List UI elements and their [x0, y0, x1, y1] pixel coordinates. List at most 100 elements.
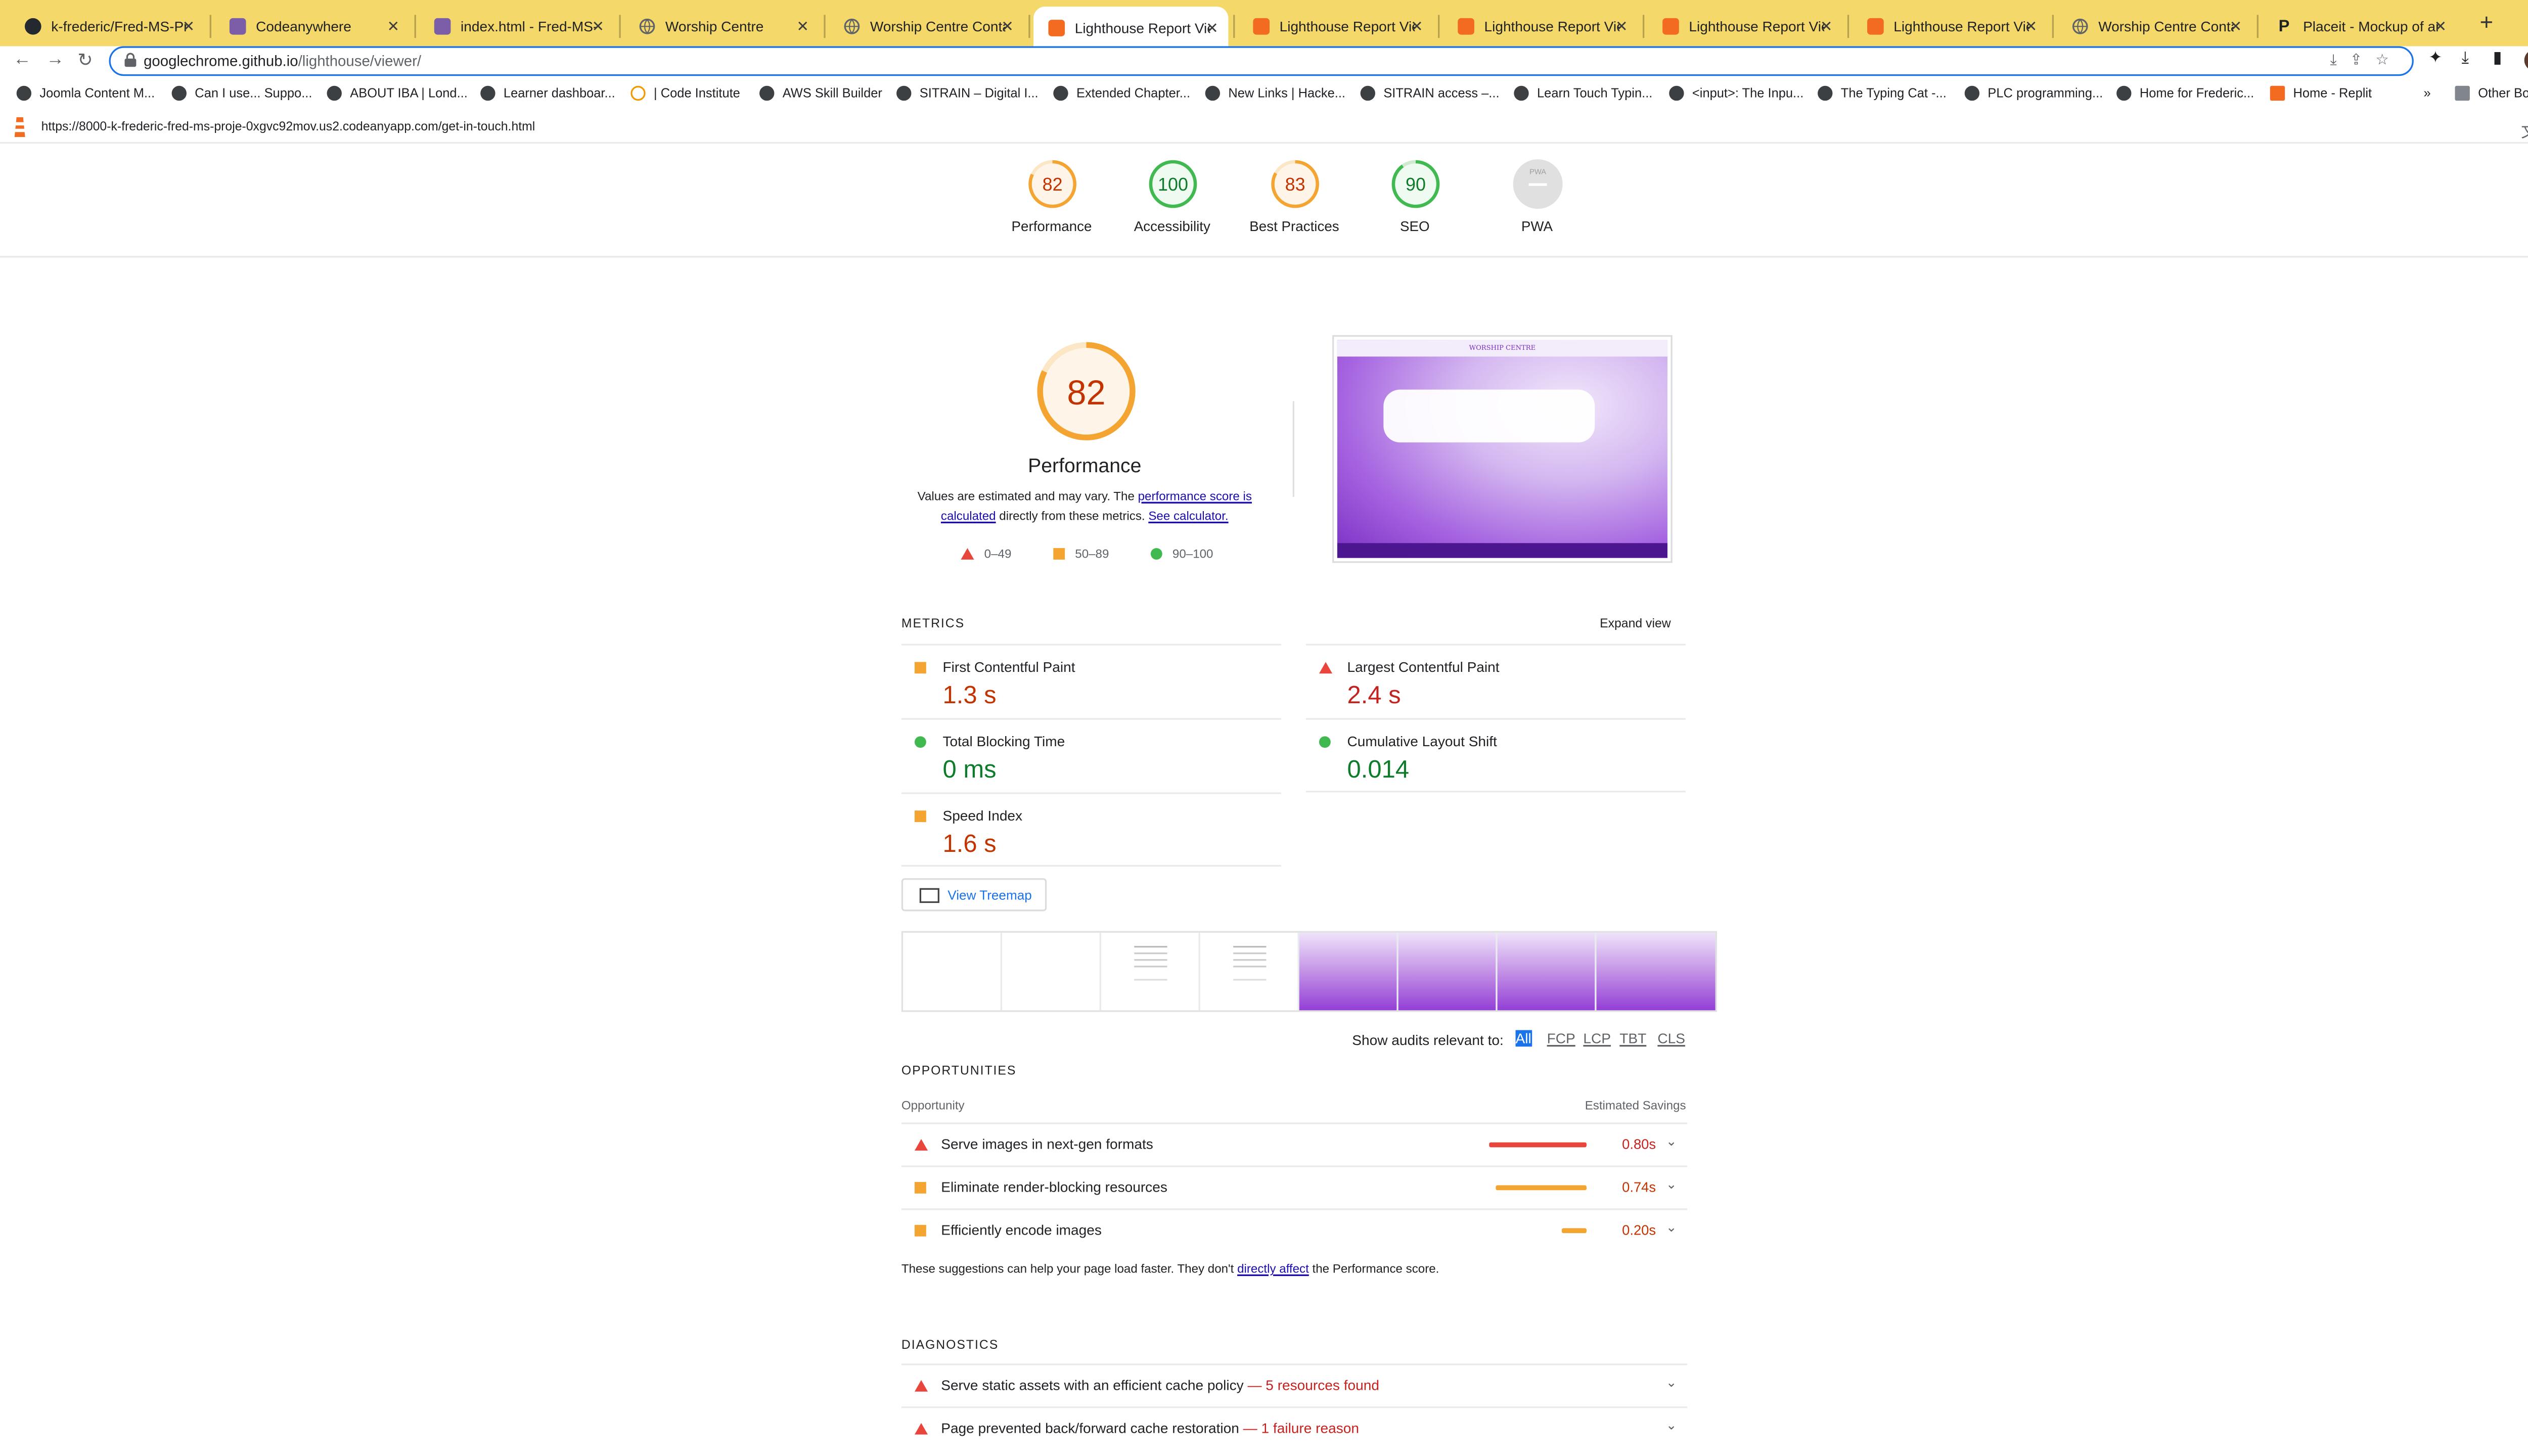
bookmark-item[interactable]: Joomla Content M... [16, 85, 155, 101]
triangle-icon [914, 1423, 928, 1435]
chevron-down-icon[interactable]: ⌄ [1666, 1177, 1677, 1192]
close-icon[interactable]: ✕ [2434, 17, 2447, 35]
close-icon[interactable]: ✕ [1615, 17, 1628, 35]
share-icon[interactable]: ⇪ [2350, 51, 2376, 68]
gauge-label: Best Practices [1249, 218, 1339, 235]
tab-lighthouse[interactable]: Lighthouse Report View ✕ [1853, 7, 2047, 46]
gauge-best-practices[interactable]: 83 Best Practices [1237, 158, 1352, 235]
close-icon[interactable]: ✕ [796, 17, 809, 35]
view-treemap-button[interactable]: View Treemap [901, 878, 1047, 912]
tab-codeanywhere[interactable]: Codeanywhere ✕ [214, 7, 409, 46]
diagnostic-row[interactable]: Page prevented back/forward cache restor… [901, 1406, 1688, 1449]
performance-score: 82 [1067, 373, 1105, 412]
bookmark-label: SITRAIN access –... [1383, 85, 1500, 101]
forward-button[interactable]: → [46, 50, 64, 69]
bookmark-item[interactable]: AWS Skill Builder [759, 85, 882, 101]
final-screenshot[interactable]: WORSHIP CENTRE [1332, 335, 1673, 563]
bookmark-item[interactable]: Learn Touch Typin... [1514, 85, 1652, 101]
gauge-seo[interactable]: 90 SEO [1357, 158, 1473, 235]
bookmark-item[interactable]: | Code Institute [630, 85, 740, 101]
diagnostic-row[interactable]: Serve static assets with an efficient ca… [901, 1363, 1688, 1406]
metric-title: Cumulative Layout Shift [1347, 733, 1497, 750]
filter-all[interactable]: All [1515, 1030, 1531, 1047]
codeanywhere-icon [433, 17, 451, 35]
tab-lighthouse[interactable]: Lighthouse Report View ✕ [1443, 7, 1638, 46]
bookmark-item[interactable]: New Links | Hacke... [1205, 85, 1345, 101]
directly-affect-link[interactable]: directly affect [1237, 1261, 1309, 1276]
audit-filter-label: Show audits relevant to: [1352, 1031, 1504, 1049]
gauge-performance[interactable]: 82 Performance [994, 158, 1110, 235]
close-icon[interactable]: ✕ [592, 17, 604, 35]
triangle-icon [914, 1380, 928, 1392]
report-url[interactable]: https://8000-k-frederic-fred-ms-proje-0x… [41, 119, 535, 133]
close-icon[interactable]: ✕ [2230, 17, 2242, 35]
opportunity-row[interactable]: Efficiently encode images 0.20s ⌄ [901, 1208, 1688, 1251]
bookmark-item[interactable]: PLC programming... [1964, 85, 2103, 101]
new-tab-button[interactable]: + [2479, 8, 2493, 34]
translate-icon[interactable]: 文 [2521, 117, 2528, 142]
circle-icon [1150, 548, 1162, 560]
tab-separator [1028, 15, 1030, 38]
tab-codeanywhere[interactable]: index.html - Fred-MS-Pr✕ [419, 7, 614, 46]
chevron-down-icon[interactable]: ⌄ [1666, 1375, 1677, 1390]
side-panel-icon[interactable]: ▮ [2493, 50, 2502, 68]
expand-view-toggle[interactable]: Expand view [1600, 616, 1671, 630]
gauge-accessibility[interactable]: 100 Accessibility [1114, 158, 1230, 235]
other-bookmarks-folder[interactable]: Other Bookmarks [2455, 85, 2528, 101]
bookmark-item[interactable]: Home - Replit [2270, 85, 2372, 101]
extensions-icon[interactable]: ✦ [2428, 50, 2442, 68]
close-icon[interactable]: ✕ [2025, 17, 2038, 35]
tab-placeit[interactable]: P Placeit - Mockup of an I ✕ [2262, 7, 2456, 46]
bookmark-item[interactable]: ABOUT IBA | Lond... [327, 85, 468, 101]
bookmark-item[interactable]: Learner dashboar... [480, 85, 615, 101]
tab-lighthouse[interactable]: Lighthouse Report View ✕ [1033, 7, 1229, 50]
bookmark-item[interactable]: SITRAIN access –... [1360, 85, 1500, 101]
bookmark-item[interactable]: The Typing Cat -... [1818, 85, 1947, 101]
filter-fcp[interactable]: FCP [1547, 1030, 1575, 1047]
close-icon[interactable]: ✕ [1001, 17, 1014, 35]
tab-separator [824, 15, 826, 38]
close-icon[interactable]: ✕ [1206, 19, 1218, 37]
more-bookmarks-button[interactable]: » [2423, 86, 2430, 101]
tab-github[interactable]: k-frederic/Fred-MS-Proj ✕ [10, 7, 205, 46]
close-icon[interactable]: ✕ [1411, 17, 1423, 35]
filter-cls[interactable]: CLS [1657, 1030, 1685, 1047]
tab-separator [1233, 15, 1235, 38]
address-bar[interactable]: googlechrome.github.io/lighthouse/viewer… [109, 46, 2414, 76]
back-button[interactable]: ← [13, 50, 31, 69]
metric-cumulative-layout-shift: Cumulative Layout Shift 0.014 [1305, 718, 1686, 793]
gauge-pwa[interactable]: PWA PWA [1479, 158, 1595, 235]
reload-button[interactable]: ↻ [77, 50, 93, 71]
chevron-down-icon[interactable]: ⌄ [1666, 1220, 1677, 1235]
tab-lighthouse[interactable]: Lighthouse Report View ✕ [1648, 7, 1842, 46]
bookmark-item[interactable]: Can I use... Suppo... [171, 85, 312, 101]
opportunity-row[interactable]: Serve images in next-gen formats 0.80s ⌄ [901, 1122, 1688, 1165]
bookmark-item[interactable]: Home for Frederic... [2116, 85, 2254, 101]
close-icon[interactable]: ✕ [183, 17, 195, 35]
downloads-icon[interactable]: ⤓ [2462, 50, 2469, 68]
screenshot-site-title: WORSHIP CENTRE [1337, 340, 1667, 357]
filter-lcp[interactable]: LCP [1583, 1030, 1611, 1047]
see-calculator-link[interactable]: See calculator. [1148, 509, 1228, 523]
tab-globe[interactable]: Worship Centre ✕ [624, 7, 819, 46]
bookmark-item[interactable]: SITRAIN – Digital I... [896, 85, 1039, 101]
opportunities-label: OPPORTUNITIES [901, 1063, 1017, 1078]
bookmark-item[interactable]: Extended Chapter... [1053, 85, 1190, 101]
lighthouse-icon [1866, 17, 1884, 35]
star-icon[interactable]: ☆ [2376, 51, 2402, 68]
opportunity-row[interactable]: Eliminate render-blocking resources 0.74s… [901, 1165, 1688, 1208]
savings-value: 0.20s [1622, 1221, 1656, 1238]
bookmark-item[interactable]: <input>: The Inpu... [1669, 85, 1803, 101]
chevron-down-icon[interactable]: ⌄ [1666, 1134, 1677, 1149]
tab-globe[interactable]: Worship Centre Contact✕ [2057, 7, 2252, 46]
metric-speed-index: Speed Index 1.6 s [901, 792, 1281, 867]
filter-tbt[interactable]: TBT [1619, 1030, 1646, 1047]
favicon-icon [1514, 85, 1529, 101]
close-icon[interactable]: ✕ [387, 17, 400, 35]
diagnostic-detail: — 1 failure reason [1243, 1420, 1359, 1436]
chevron-down-icon[interactable]: ⌄ [1666, 1418, 1677, 1433]
tab-lighthouse[interactable]: Lighthouse Report View ✕ [1238, 7, 1433, 46]
install-icon[interactable]: ⤓ [2330, 51, 2350, 68]
tab-globe[interactable]: Worship Centre Contact✕ [829, 7, 1023, 46]
close-icon[interactable]: ✕ [1820, 17, 1833, 35]
